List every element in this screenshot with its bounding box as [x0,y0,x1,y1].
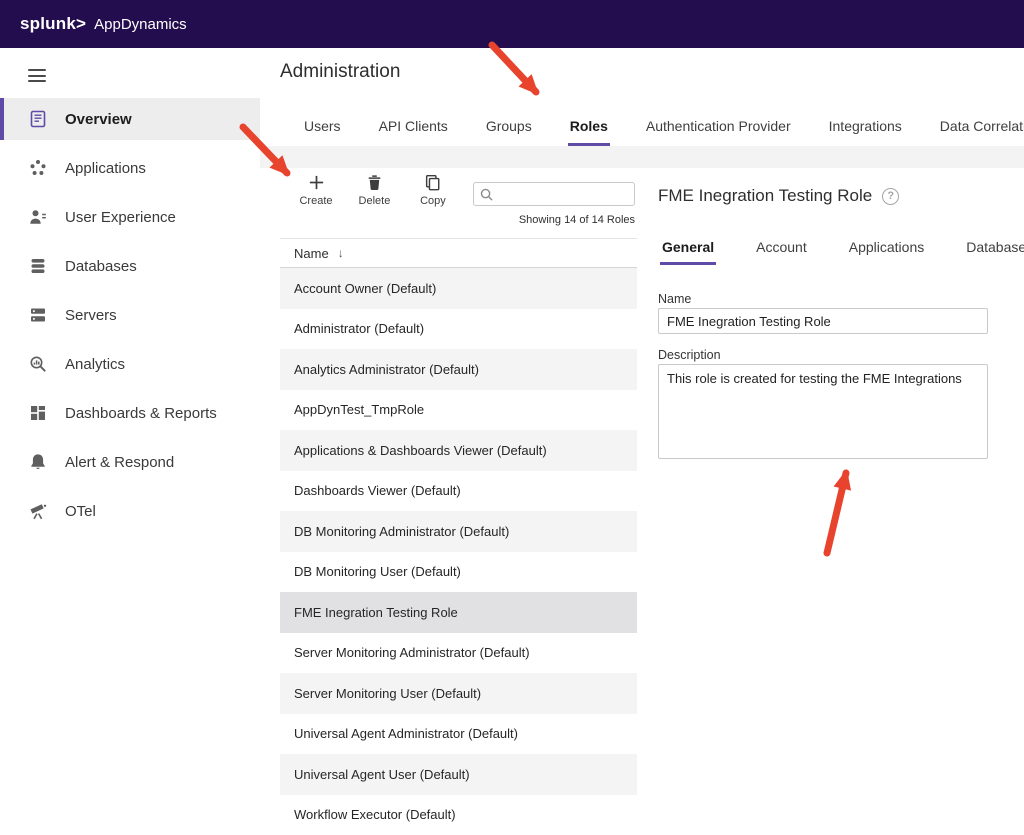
trash-icon [366,174,383,191]
role-detail-title: FME Inegration Testing Role [658,186,872,206]
sidebar-item-user-experience[interactable]: User Experience [0,196,260,238]
main-content: Administration Users API Clients Groups … [260,48,1024,835]
content-divider-band [260,146,1024,168]
product-name: AppDynamics [94,16,187,33]
tab-integrations[interactable]: Integrations [827,108,904,146]
tab-users[interactable]: Users [302,108,343,146]
overview-icon [28,109,48,129]
copy-button[interactable]: Copy [409,174,457,207]
role-description-input[interactable]: This role is created for testing the FME… [658,364,988,459]
role-detail-header: FME Inegration Testing Role ? [658,186,899,206]
servers-icon [28,305,48,325]
tab-account[interactable]: Account [754,232,809,265]
search-area: Showing 14 of 14 Roles [473,182,635,226]
top-bar: splunk> AppDynamics [0,0,1024,48]
copy-icon [424,174,441,191]
roles-toolbar: Create Delete Copy [280,174,637,234]
administration-tabs: Users API Clients Groups Roles Authentic… [302,108,1024,146]
alert-bell-icon [28,452,48,472]
roles-search-box[interactable] [473,182,635,206]
search-icon [480,188,493,201]
sidebar-item-label: Overview [65,111,132,128]
tab-api-clients[interactable]: API Clients [377,108,450,146]
sidebar-item-label: Applications [65,160,146,177]
table-row[interactable]: Analytics Administrator (Default) [280,349,637,390]
tab-general[interactable]: General [660,232,716,265]
sidebar-item-label: Analytics [65,356,125,373]
sidebar-item-label: Servers [65,307,117,324]
roles-table: Name ↓ Account Owner (Default) Administr… [280,238,637,835]
role-detail-tabs: General Account Applications Databases [660,232,1024,265]
delete-button-label: Delete [359,195,391,207]
description-field-label: Description [658,348,721,362]
page-title: Administration [280,61,400,83]
tab-roles[interactable]: Roles [568,108,610,146]
sidebar-item-label: User Experience [65,209,176,226]
table-row[interactable]: Dashboards Viewer (Default) [280,471,637,512]
sidebar-item-otel[interactable]: OTel [0,490,260,532]
table-row-selected[interactable]: FME Inegration Testing Role [280,592,637,633]
databases-icon [28,256,48,276]
sidebar-item-label: OTel [65,503,96,520]
sidebar-item-analytics[interactable]: Analytics [0,343,260,385]
plus-icon [308,174,325,191]
applications-icon [28,158,48,178]
tab-databases[interactable]: Databases [964,232,1024,265]
role-name-input[interactable] [658,308,988,334]
splunk-logo: splunk> [20,14,86,34]
table-row[interactable]: Server Monitoring Administrator (Default… [280,633,637,674]
sidebar-item-label: Alert & Respond [65,454,174,471]
table-row[interactable]: Universal Agent Administrator (Default) [280,714,637,755]
create-button-label: Create [299,195,332,207]
analytics-icon [28,354,48,374]
delete-button[interactable]: Delete [350,174,398,207]
table-row[interactable]: DB Monitoring User (Default) [280,552,637,593]
table-row[interactable]: Applications & Dashboards Viewer (Defaul… [280,430,637,471]
menu-toggle-icon[interactable] [28,69,46,82]
tab-applications[interactable]: Applications [847,232,927,265]
sidebar-item-label: Databases [65,258,137,275]
otel-telescope-icon [28,501,48,521]
role-detail-panel: FME Inegration Testing Role ? General Ac… [658,168,1010,835]
sidebar-item-overview[interactable]: Overview [0,98,260,140]
sidebar-item-dashboards-reports[interactable]: Dashboards & Reports [0,392,260,434]
table-row[interactable]: Account Owner (Default) [280,268,637,309]
dashboards-icon [28,403,48,423]
sidebar-item-applications[interactable]: Applications [0,147,260,189]
copy-button-label: Copy [420,195,446,207]
name-field-label: Name [658,292,691,306]
sidebar-item-servers[interactable]: Servers [0,294,260,336]
sort-desc-icon: ↓ [338,246,344,260]
roles-count: Showing 14 of 14 Roles [473,214,635,226]
sidebar-item-alert-respond[interactable]: Alert & Respond [0,441,260,483]
sidebar-nav: Overview Applications User Experience [0,98,260,539]
sidebar: Overview Applications User Experience [0,48,260,835]
roles-table-body: Account Owner (Default) Administrator (D… [280,268,637,835]
sidebar-item-databases[interactable]: Databases [0,245,260,287]
column-header-name[interactable]: Name ↓ [280,238,637,268]
tab-authentication-provider[interactable]: Authentication Provider [644,108,793,146]
table-row[interactable]: DB Monitoring Administrator (Default) [280,511,637,552]
table-row[interactable]: AppDynTest_TmpRole [280,390,637,431]
tab-data-correlation[interactable]: Data Correlation [938,108,1024,146]
roles-search-input[interactable] [498,186,628,202]
table-row[interactable]: Workflow Executor (Default) [280,795,637,835]
table-row[interactable]: Administrator (Default) [280,309,637,350]
roles-list-panel: Create Delete Copy [280,168,637,835]
create-button[interactable]: Create [292,174,340,207]
table-row[interactable]: Server Monitoring User (Default) [280,673,637,714]
tab-groups[interactable]: Groups [484,108,534,146]
table-row[interactable]: Universal Agent User (Default) [280,754,637,795]
user-experience-icon [28,207,48,227]
help-icon[interactable]: ? [882,188,899,205]
sidebar-item-label: Dashboards & Reports [65,405,217,422]
